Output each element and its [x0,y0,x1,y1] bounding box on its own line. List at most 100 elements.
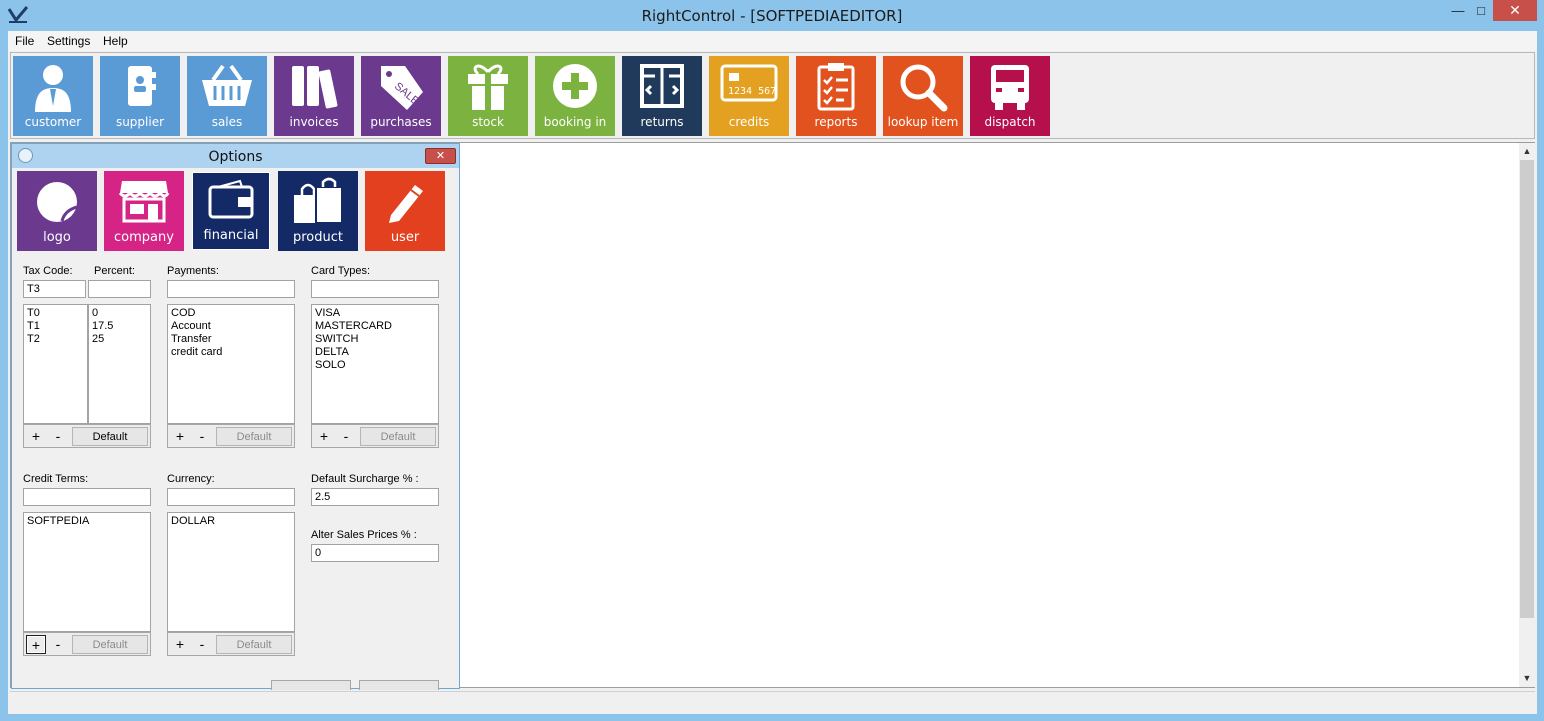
list-item[interactable]: 17.5 [92,320,147,333]
tax-code-list[interactable]: T0 T1 T2 [23,304,88,424]
list-item[interactable]: T1 [27,320,84,333]
tile-label: purchases [370,115,432,129]
payments-default-button[interactable]: Default [216,427,292,446]
credit-terms-button-row: + - Default [23,632,151,656]
currency-list[interactable]: DOLLAR [167,512,295,632]
tab-logo[interactable]: logo [17,171,97,251]
card-types-list[interactable]: VISA MASTERCARD SWITCH DELTA SOLO [311,304,439,424]
box-icon [640,64,684,108]
toolbar-reports-button[interactable]: reports [796,56,876,136]
menu-file[interactable]: File [15,34,34,48]
tax-code-default-button[interactable]: Default [72,427,148,446]
toolbar-supplier-button[interactable]: supplier [100,56,180,136]
default-surcharge-input[interactable]: 2.5 [311,488,439,506]
list-item[interactable]: 0 [92,307,147,320]
credit-terms-add-button[interactable]: + [26,635,46,654]
list-item[interactable]: VISA [315,307,435,320]
card-types-default-button[interactable]: Default [360,427,436,446]
credit-terms-remove-button[interactable]: - [48,635,68,654]
payments-add-button[interactable]: + [170,427,190,446]
percent-list[interactable]: 0 17.5 25 [88,304,151,424]
toolbar-returns-button[interactable]: returns [622,56,702,136]
scrollbar-thumb[interactable] [1520,160,1534,618]
toolbar-purchases-button[interactable]: SALE purchases [361,56,441,136]
toolbar-invoices-button[interactable]: invoices [274,56,354,136]
list-item[interactable]: credit card [171,346,291,359]
dialog-button-partial[interactable] [271,680,351,690]
toolbar-lookup-item-button[interactable]: lookup item [883,56,963,136]
gift-icon [468,64,508,110]
toolbar-customer-button[interactable]: customer [13,56,93,136]
menu-settings[interactable]: Settings [47,34,90,48]
tile-label: lookup item [887,115,959,129]
list-item[interactable]: 25 [92,333,147,346]
scroll-up-arrow-icon[interactable]: ▲ [1519,143,1535,159]
currency-label: Currency: [167,473,215,485]
currency-input[interactable] [167,488,295,506]
supplier-icon [128,66,156,106]
tax-code-input[interactable]: T3 [23,280,86,298]
alter-sales-prices-input[interactable]: 0 [311,544,439,562]
list-item[interactable]: T0 [27,307,84,320]
list-item[interactable]: SOLO [315,359,435,372]
options-dialog: Options ✕ logo company financial product… [11,143,460,690]
vertical-scrollbar[interactable]: ▲ ▼ [1519,143,1535,687]
tab-label: company [114,230,174,245]
options-close-button[interactable]: ✕ [425,148,456,164]
toolbar-credits-button[interactable]: 1234 567 credits [709,56,789,136]
menu-help[interactable]: Help [103,34,128,48]
list-item[interactable]: SOFTPEDIA [27,515,147,528]
credit-terms-input[interactable] [23,488,151,506]
list-item[interactable]: Transfer [171,333,291,346]
plus-circle-icon [553,64,597,108]
tax-code-remove-button[interactable]: - [48,427,68,446]
dialog-button-partial[interactable] [359,680,439,690]
tax-code-add-button[interactable]: + [26,427,46,446]
tab-financial[interactable]: financial [190,170,272,252]
currency-add-button[interactable]: + [170,635,190,654]
payments-input[interactable] [167,280,295,298]
tile-label: sales [211,115,243,129]
payments-label: Payments: [167,265,219,277]
toolbar-sales-button[interactable]: sales [187,56,267,136]
currency-remove-button[interactable]: - [192,635,212,654]
magnifier-icon [900,64,948,112]
options-titlebar[interactable]: Options ✕ [12,144,459,168]
sticker-icon [37,182,78,222]
tab-user[interactable]: user [365,171,445,251]
tab-company[interactable]: company [104,171,184,251]
list-item[interactable]: Account [171,320,291,333]
svg-text:1234 567: 1234 567 [728,86,776,97]
toolbar-stock-button[interactable]: stock [448,56,528,136]
list-item[interactable]: COD [171,307,291,320]
tile-label: dispatch [984,115,1036,129]
payments-list[interactable]: COD Account Transfer credit card [167,304,295,424]
toolbar-booking-in-button[interactable]: booking in [535,56,615,136]
list-item[interactable]: MASTERCARD [315,320,435,333]
app-client-area: File Settings Help customer supplier sal… [8,31,1537,714]
percent-input[interactable] [88,280,151,298]
card-types-remove-button[interactable]: - [336,427,356,446]
window-titlebar[interactable]: RightControl - [SOFTPEDIAEDITOR] — □ ✕ [0,0,1544,31]
scroll-down-arrow-icon[interactable]: ▼ [1519,670,1535,686]
credit-terms-default-button[interactable]: Default [72,635,148,654]
credit-terms-list[interactable]: SOFTPEDIA [23,512,151,632]
clipboard-icon [817,63,855,111]
tab-label: user [390,230,420,245]
list-item[interactable]: DELTA [315,346,435,359]
currency-button-row: + - Default [167,632,295,656]
payments-remove-button[interactable]: - [192,427,212,446]
close-button[interactable]: ✕ [1493,0,1537,21]
list-item[interactable]: T2 [27,333,84,346]
list-item[interactable]: DOLLAR [171,515,291,528]
tab-label: financial [203,228,259,243]
maximize-button[interactable]: □ [1471,0,1491,21]
currency-default-button[interactable]: Default [216,635,292,654]
toolbar-dispatch-button[interactable]: dispatch [970,56,1050,136]
card-types-add-button[interactable]: + [314,427,334,446]
pencil-icon [389,185,423,223]
tab-product[interactable]: product [278,171,358,251]
list-item[interactable]: SWITCH [315,333,435,346]
minimize-button[interactable]: — [1445,0,1471,21]
card-types-input[interactable] [311,280,439,298]
